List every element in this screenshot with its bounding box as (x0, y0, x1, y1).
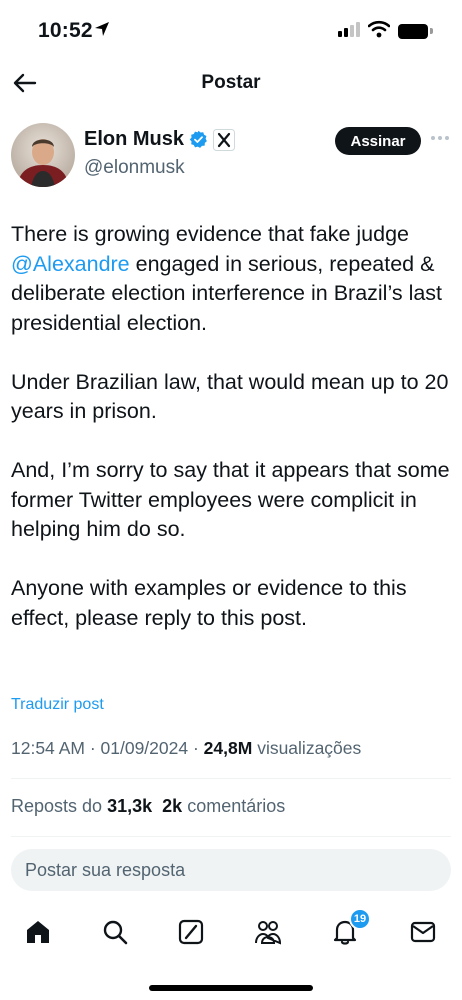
verified-badge-icon (189, 130, 207, 148)
post-paragraph-4: Anyone with examples or evidence to this… (11, 576, 407, 630)
reply-input[interactable]: Postar sua resposta (11, 849, 451, 891)
notifications-badge: 19 (349, 908, 371, 930)
nav-search[interactable] (95, 912, 135, 952)
status-bar: 10:52 (0, 0, 462, 60)
divider (11, 778, 451, 779)
messages-icon (410, 921, 436, 943)
post-paragraph-3: And, I’m sorry to say that it appears th… (11, 458, 450, 541)
reply-placeholder: Postar sua resposta (25, 859, 186, 880)
subscribe-button[interactable]: Assinar (335, 127, 421, 155)
author-name[interactable]: Elon Musk (84, 128, 184, 151)
post-paragraph-2: Under Brazilian law, that would mean up … (11, 369, 449, 424)
translate-post-link[interactable]: Traduzir post (11, 696, 104, 714)
more-dots-icon[interactable] (431, 136, 449, 140)
post-stats: Reposts do 31,3k 2k comentários (11, 796, 285, 817)
compose-icon (178, 919, 204, 945)
avatar[interactable] (11, 123, 75, 187)
avatar-image (11, 123, 75, 187)
page-title: Postar (201, 72, 261, 93)
x-logo-icon (213, 128, 236, 151)
post-time[interactable]: 12:54 AM (11, 738, 85, 758)
views-label: visualizações (257, 738, 362, 758)
views-count: 24,8M (203, 738, 253, 758)
post-meta: 12:54 AM · 01/09/2024 · 24,8M visualizaç… (11, 738, 362, 758)
search-icon (103, 920, 128, 945)
home-icon (27, 921, 49, 943)
location-arrow-icon (95, 22, 109, 36)
battery-icon (398, 24, 428, 39)
communities-icon (255, 921, 282, 945)
nav-compose[interactable] (171, 912, 211, 952)
nav-home[interactable] (18, 912, 58, 952)
comments-label[interactable]: comentários (187, 796, 285, 816)
author-name-row: Elon Musk (84, 128, 236, 151)
mention-link[interactable]: @Alexandre (11, 252, 130, 276)
status-time: 10:52 (38, 19, 93, 42)
nav-communities[interactable] (248, 912, 288, 952)
battery-tip (430, 28, 433, 34)
home-indicator[interactable] (149, 985, 313, 991)
comments-count[interactable]: 2k (162, 796, 182, 816)
cellular-signal-icon (338, 22, 360, 37)
bottom-nav: 19 (0, 908, 462, 952)
post-date[interactable]: 01/09/2024 (101, 738, 189, 758)
nav-messages[interactable] (403, 912, 443, 952)
post-paragraph-1: There is growing evidence that fake judg… (11, 222, 443, 335)
post-header: Postar (0, 60, 462, 106)
divider (11, 836, 451, 837)
author-handle[interactable]: @elonmusk (84, 157, 185, 179)
post-text: There is growing evidence that fake judg… (11, 220, 453, 663)
wifi-icon (368, 20, 390, 38)
reposts-label[interactable]: Reposts do (11, 796, 102, 816)
reposts-count[interactable]: 31,3k (107, 796, 152, 816)
